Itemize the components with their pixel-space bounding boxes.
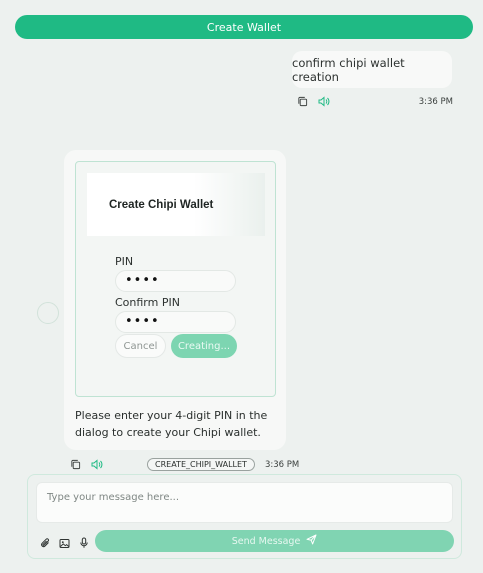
pin-input[interactable]: ••••	[115, 270, 236, 292]
confirm-pin-input[interactable]: ••••	[115, 311, 236, 333]
bot-message-text: Please enter your 4-digit PIN in the dia…	[75, 409, 268, 439]
copy-icon[interactable]	[297, 96, 308, 107]
creating-button[interactable]: Creating...	[171, 334, 237, 358]
bot-message-time: 3:36 PM	[264, 459, 300, 470]
user-message-time: 3:36 PM	[418, 96, 453, 107]
copy-icon[interactable]	[70, 459, 81, 470]
user-message-text: confirm chipi wallet creation	[292, 55, 405, 84]
create-wallet-dialog: Create Chipi Wallet PIN •••• Confirm PIN…	[75, 161, 276, 397]
speaker-icon[interactable]	[91, 459, 103, 470]
create-wallet-button[interactable]: Create Wallet	[15, 15, 473, 39]
message-composer: Type your message here... Send Message	[27, 474, 462, 559]
user-message-meta: 3:36 PM	[297, 96, 453, 107]
tool-call-badge: CREATE_CHIPI_WALLET	[147, 458, 255, 471]
send-icon	[306, 534, 317, 548]
speaker-icon[interactable]	[318, 96, 330, 107]
user-message-bubble: confirm chipi wallet creation	[292, 51, 452, 88]
image-icon[interactable]	[59, 534, 70, 553]
send-message-button[interactable]: Send Message	[95, 530, 454, 552]
message-input[interactable]: Type your message here...	[36, 482, 453, 523]
bot-avatar	[37, 302, 59, 324]
send-message-label: Send Message	[231, 535, 301, 547]
paperclip-icon[interactable]	[40, 534, 51, 553]
cancel-button[interactable]: Cancel	[115, 334, 166, 358]
confirm-pin-label: Confirm PIN	[115, 296, 180, 309]
dialog-header: Create Chipi Wallet	[87, 173, 265, 236]
pin-label: PIN	[115, 255, 134, 268]
dialog-title: Create Chipi Wallet	[109, 198, 214, 211]
microphone-icon[interactable]	[79, 534, 89, 553]
bot-message-meta: CREATE_CHIPI_WALLET 3:36 PM	[70, 458, 299, 471]
